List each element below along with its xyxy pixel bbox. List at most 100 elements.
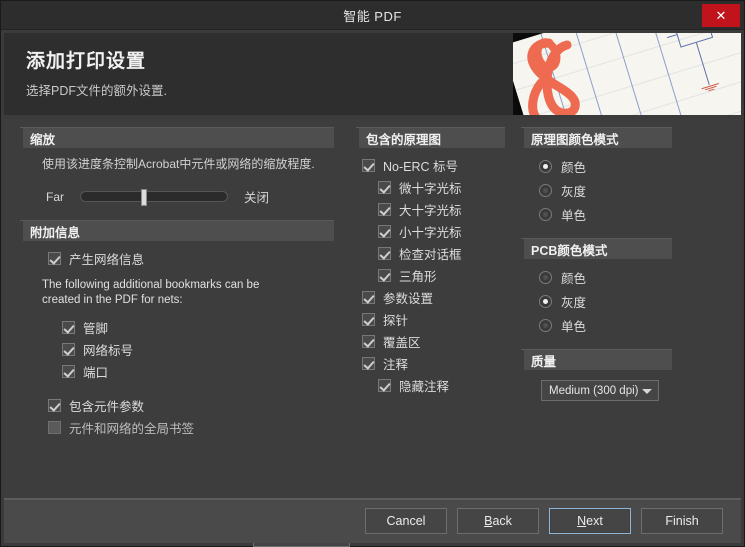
checkbox-probe[interactable]: 探针 (362, 308, 517, 330)
radio-icon[interactable] (539, 207, 552, 221)
radio-label: 灰度 (561, 295, 587, 310)
checkbox-icon[interactable] (62, 320, 75, 334)
checkbox-label: 隐藏注释 (399, 379, 450, 394)
checkbox-icon[interactable] (48, 251, 61, 265)
checkbox-net-labels[interactable]: 网络标号 (62, 338, 352, 360)
section-header-sch-color: 原理图颜色模式 (521, 127, 672, 148)
checkbox-icon[interactable] (378, 268, 391, 282)
checkbox-icon[interactable] (378, 202, 391, 216)
checkbox-icon[interactable] (362, 334, 375, 348)
slider-min-label: Far (46, 189, 64, 204)
back-button-label: Back (484, 514, 512, 528)
pcb-color-radio-group: 颜色 灰度 单色 (539, 265, 692, 337)
checkbox-icon[interactable] (362, 158, 375, 172)
checkbox-label: 参数设置 (383, 291, 434, 306)
section-title-sch-color: 原理图颜色模式 (531, 132, 619, 147)
dialog-body: 缩放 使用该进度条控制Acrobat中元件或网络的缩放程度. Far 关闭 附加… (4, 119, 741, 547)
close-icon[interactable]: ✕ (702, 4, 740, 27)
bookmarks-note-text: The following additional bookmarks can b… (42, 279, 260, 306)
checkbox-ports[interactable]: 端口 (62, 360, 352, 382)
radio-label: 颜色 (561, 271, 587, 286)
checkbox-check-dialog[interactable]: 检查对话框 (378, 242, 517, 264)
radio-sch-color[interactable]: 颜色 (539, 154, 692, 178)
checkbox-icon[interactable] (378, 378, 391, 392)
window-title: 智能 PDF (343, 8, 402, 24)
section-header-zoom: 缩放 (20, 127, 334, 148)
checkbox-blanket[interactable]: 覆盖区 (362, 330, 517, 352)
section-header-quality: 质量 (521, 349, 672, 370)
radio-pcb-monochrome[interactable]: 单色 (539, 313, 692, 337)
checkbox-label: 大十字光标 (399, 203, 462, 218)
finish-button[interactable]: Finish (641, 508, 723, 534)
section-title-zoom: 缩放 (30, 132, 56, 147)
radio-icon[interactable] (539, 159, 552, 173)
section-header-schematic: 包含的原理图 (356, 127, 505, 148)
radio-sch-grayscale[interactable]: 灰度 (539, 178, 692, 202)
right-column: 原理图颜色模式 颜色 灰度 单色 PCB颜色模式 颜色 灰度 单色 质量 Med… (517, 119, 692, 498)
radio-icon[interactable] (539, 294, 552, 308)
checkbox-label: 端口 (83, 365, 109, 380)
section-title-quality: 质量 (531, 354, 557, 369)
checkbox-icon[interactable] (378, 246, 391, 260)
checkbox-triangle[interactable]: 三角形 (378, 264, 517, 286)
banner-artwork (513, 33, 741, 115)
checkbox-icon[interactable] (362, 290, 375, 304)
zoom-slider-row: Far 关闭 (46, 187, 352, 206)
checkbox-label: 微十字光标 (399, 181, 462, 196)
back-button[interactable]: Back (457, 508, 539, 534)
checkbox-icon[interactable] (378, 224, 391, 238)
checkbox-pins[interactable]: 管脚 (62, 316, 352, 338)
zoom-slider[interactable] (80, 189, 228, 206)
radio-icon[interactable] (539, 183, 552, 197)
cancel-button[interactable]: Cancel (365, 508, 447, 534)
checkbox-label: 检查对话框 (399, 247, 462, 262)
checkbox-icon[interactable] (62, 364, 75, 378)
checkbox-tiny-cross[interactable]: 微十字光标 (378, 176, 517, 198)
section-header-pcb-color: PCB颜色模式 (521, 238, 672, 259)
checkbox-label: No-ERC 标号 (383, 159, 459, 174)
checkbox-icon[interactable] (48, 398, 61, 412)
checkbox-no-erc-marker[interactable]: No-ERC 标号 (362, 154, 517, 176)
checkbox-large-cross[interactable]: 大十字光标 (378, 198, 517, 220)
radio-label: 灰度 (561, 184, 587, 199)
next-button-label: Next (577, 514, 603, 528)
checkbox-small-cross[interactable]: 小十字光标 (378, 220, 517, 242)
checkbox-label: 三角形 (399, 269, 437, 284)
checkbox-label: 网络标号 (83, 343, 134, 358)
checkbox-generate-net-info[interactable]: 产生网络信息 (48, 247, 352, 269)
checkbox-include-component-params[interactable]: 包含元件参数 (48, 394, 352, 416)
checkbox-icon[interactable] (362, 356, 375, 370)
wizard-banner: 添加打印设置 选择PDF文件的额外设置. (4, 33, 741, 115)
section-header-additional: 附加信息 (20, 220, 334, 241)
dialog-footer: Cancel Back Next Finish (4, 498, 741, 543)
checkbox-hidden-note[interactable]: 隐藏注释 (378, 374, 517, 396)
checkbox-icon[interactable] (62, 342, 75, 356)
radio-icon[interactable] (539, 318, 552, 332)
checkbox-global-bookmarks[interactable]: 元件和网络的全局书签 (48, 416, 352, 438)
checkbox-label: 小十字光标 (399, 225, 462, 240)
next-button[interactable]: Next (549, 508, 631, 534)
checkbox-icon[interactable] (48, 420, 61, 434)
zoom-slider-thumb[interactable] (141, 189, 147, 206)
radio-icon[interactable] (539, 270, 552, 284)
checkbox-label: 管脚 (83, 321, 109, 336)
radio-pcb-color[interactable]: 颜色 (539, 265, 692, 289)
checkbox-note[interactable]: 注释 (362, 352, 517, 374)
section-title-pcb-color: PCB颜色模式 (531, 243, 608, 258)
chevron-down-icon[interactable] (642, 389, 652, 394)
banner-text-group: 添加打印设置 选择PDF文件的额外设置. (26, 46, 167, 99)
checkbox-parameter-set[interactable]: 参数设置 (362, 286, 517, 308)
footer-divider (4, 499, 741, 500)
radio-pcb-grayscale[interactable]: 灰度 (539, 289, 692, 313)
radio-label: 单色 (561, 208, 587, 223)
section-title-schematic: 包含的原理图 (366, 132, 442, 147)
quality-dropdown[interactable]: Medium (300 dpi) (541, 380, 659, 401)
acrobat-logo-icon (527, 38, 580, 115)
bookmark-checkbox-group: 管脚 网络标号 端口 (62, 316, 352, 382)
checkbox-label: 包含元件参数 (69, 399, 145, 414)
checkbox-icon[interactable] (378, 180, 391, 194)
checkbox-icon[interactable] (362, 312, 375, 326)
radio-sch-monochrome[interactable]: 单色 (539, 202, 692, 226)
page-title: 添加打印设置 (26, 51, 147, 72)
checkbox-label: 注释 (383, 357, 409, 372)
